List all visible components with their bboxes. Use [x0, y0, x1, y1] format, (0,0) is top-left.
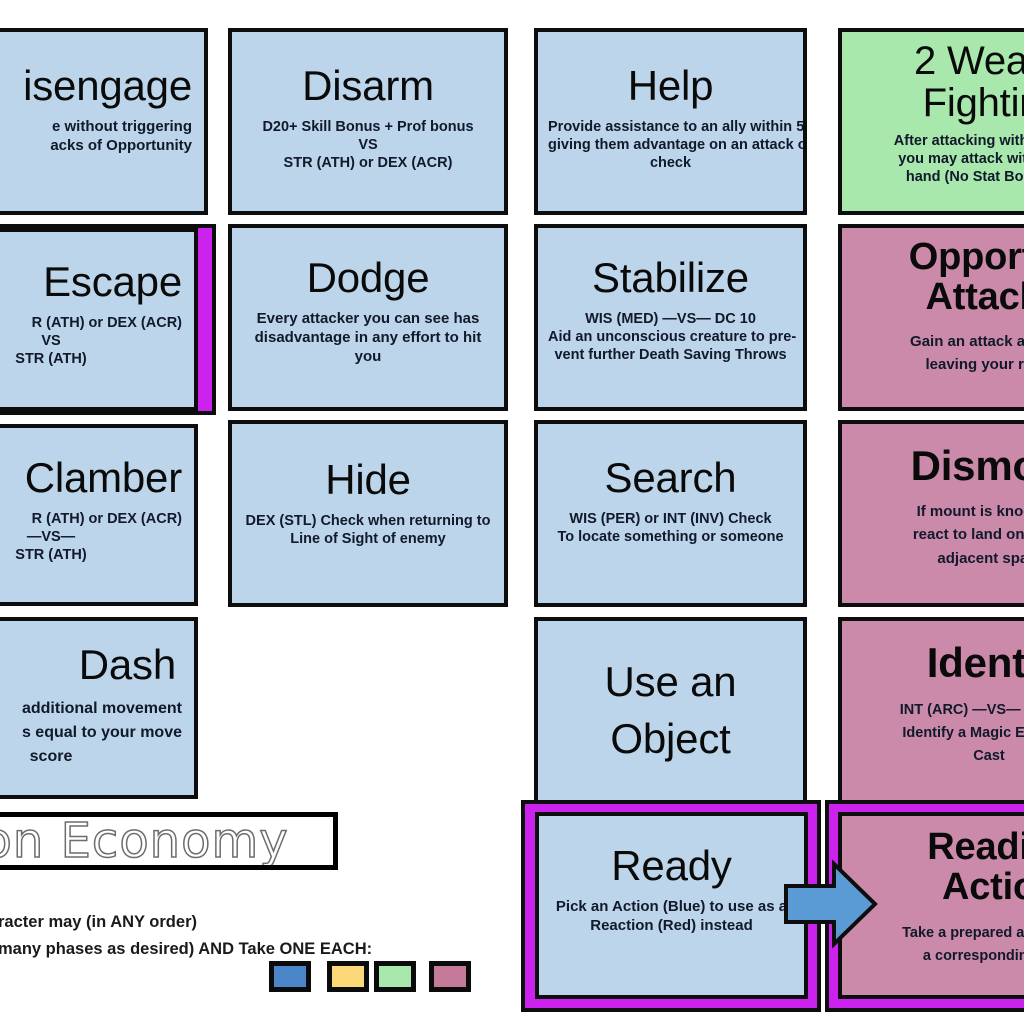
card-clamber[interactable]: Clamber R (ATH) or DEX (ACR) —VS— STR (A…	[0, 424, 198, 606]
card-title: Help	[627, 62, 714, 109]
card-dismount[interactable]: Dismou If mount is knocked react to land…	[838, 420, 1024, 607]
card-title: Ready	[611, 842, 732, 889]
card-title: Stabilize	[592, 254, 749, 301]
card-title: Clamber	[24, 454, 183, 501]
legend-swatch-bonus-action	[327, 961, 369, 992]
card-title: Identif	[926, 639, 1024, 686]
card-disengage[interactable]: isengage e without triggering acks of Op…	[0, 28, 208, 215]
card-body: If mount is knocked react to land on you…	[912, 503, 1024, 567]
card-body: WIS (PER) or INT (INV) Check To locate s…	[557, 511, 784, 546]
card-escape[interactable]: Escape R (ATH) or DEX (ACR) VS STR (ATH)	[0, 228, 198, 411]
card-body: Every attacker you can see has disadvant…	[254, 310, 482, 365]
card-body: additional movement s equal to your move…	[21, 700, 182, 766]
card-title-line1: 2 Weap	[914, 39, 1024, 83]
page-title: ction Economy	[0, 813, 289, 869]
card-body: Gain an attack again leaving your rea	[910, 332, 1024, 374]
card-title-line2: Object	[610, 714, 731, 762]
card-body: DEX (STL) Check when returning to Line o…	[245, 513, 491, 548]
card-title-line2: Actio	[941, 865, 1024, 908]
card-body: INT (ARC) —VS— DC 10 + Identify a Magic …	[899, 702, 1024, 765]
card-opportunity-attack[interactable]: Opportu Attack Gain an attack again leav…	[838, 224, 1024, 411]
card-title: isengage	[23, 62, 192, 109]
legend-swatch-reaction	[429, 961, 471, 992]
legend-swatch-special	[374, 961, 416, 992]
card-title: Disarm	[302, 62, 434, 109]
card-body: e without triggering acks of Opportunity	[50, 118, 192, 154]
card-title: Escape	[43, 258, 182, 305]
card-help[interactable]: Help Provide assistance to an ally withi…	[534, 28, 807, 215]
card-title: Search	[604, 454, 737, 501]
card-body: WIS (MED) —VS— DC 10 Aid an unconscious …	[548, 311, 797, 364]
card-title-line1: Opportu	[908, 236, 1024, 278]
card-stabilize[interactable]: Stabilize WIS (MED) —VS— DC 10 Aid an un…	[534, 224, 807, 411]
card-title: Dismou	[910, 442, 1024, 489]
card-title-line1: Use an	[604, 658, 737, 706]
card-dash[interactable]: Dash additional movement s equal to your…	[0, 617, 198, 799]
card-title-line2: Attack	[925, 275, 1024, 318]
legend-swatch-action	[269, 961, 311, 992]
card-ready[interactable]: Ready Pick an Action (Blue) to use as a …	[535, 812, 808, 999]
card-title-line2: Fightin	[922, 81, 1024, 125]
title-banner: ction Economy	[0, 812, 338, 870]
card-title-line1: Readie	[927, 826, 1024, 868]
card-identify[interactable]: Identif INT (ARC) —VS— DC 10 + Identify …	[838, 617, 1024, 804]
card-body: D20+ Skill Bonus + Prof bonus VS STR (AT…	[262, 119, 474, 172]
card-body: After attacking with a ligh you may atta…	[893, 133, 1024, 186]
card-title: Dash	[78, 641, 176, 688]
card-body: Take a prepared action in a correspondin…	[902, 924, 1024, 964]
card-hide[interactable]: Hide DEX (STL) Check when returning to L…	[228, 420, 508, 607]
action-economy-reference-sheet: isengage e without triggering acks of Op…	[0, 0, 1024, 1024]
card-body: R (ATH) or DEX (ACR) —VS— STR (ATH)	[15, 511, 182, 564]
legend-line-1: racter may (in ANY order)	[0, 913, 197, 931]
card-two-weapon-fighting[interactable]: 2 Weap Fightin After attacking with a li…	[838, 28, 1024, 215]
card-search[interactable]: Search WIS (PER) or INT (INV) Check To l…	[534, 420, 807, 607]
card-disarm[interactable]: Disarm D20+ Skill Bonus + Prof bonus VS …	[228, 28, 508, 215]
card-use-an-object[interactable]: Use an Object	[534, 617, 807, 804]
card-dodge[interactable]: Dodge Every attacker you can see has dis…	[228, 224, 508, 411]
card-title: Dodge	[306, 254, 430, 301]
legend-line-2: many phases as desired) AND Take ONE EAC…	[0, 940, 373, 958]
card-body: Provide assistance to an ally within 5’ …	[548, 119, 807, 172]
card-body: Pick an Action (Blue) to use as a Reacti…	[555, 898, 788, 934]
right-arrow-icon	[784, 859, 878, 949]
card-title: Hide	[325, 456, 411, 503]
card-body: R (ATH) or DEX (ACR) VS STR (ATH)	[15, 315, 182, 368]
